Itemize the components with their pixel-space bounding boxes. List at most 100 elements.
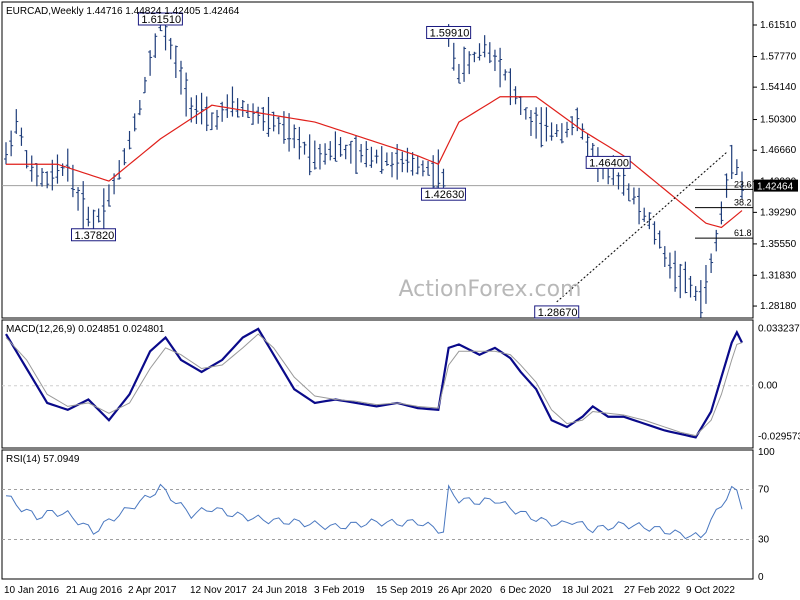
- ohlc-bar: [184, 72, 189, 117]
- ohlc-bar: [559, 123, 564, 144]
- ohlc-bar: [101, 188, 106, 232]
- ohlc-bar: [4, 142, 8, 165]
- ohlc-bar: [498, 47, 503, 88]
- ohlc-bar: [683, 261, 688, 294]
- ohlc-bar: [19, 127, 24, 146]
- ohlc-bar: [287, 113, 292, 152]
- ohlc-bar: [492, 49, 497, 72]
- ohlc-bar: [410, 152, 415, 176]
- ohlc-bar: [9, 130, 14, 157]
- ohlc-bar: [122, 148, 127, 166]
- ohlc-bar: [209, 112, 214, 131]
- rsi-pane: [1, 449, 754, 580]
- ohlc-bar: [215, 109, 220, 130]
- ohlc-bar: [662, 246, 667, 268]
- x-tick-label: 15 Sep 2019: [376, 585, 433, 596]
- ohlc-bar: [328, 141, 333, 161]
- current-price-label: 1.42464: [757, 182, 794, 193]
- ohlc-bar: [55, 154, 60, 184]
- ohlc-bar: [127, 130, 132, 150]
- rsi-y-tick-label: 30: [758, 535, 770, 546]
- key-point-label: 1.42630: [424, 189, 464, 201]
- ohlc-bar: [714, 229, 719, 252]
- ohlc-bar: [14, 109, 19, 134]
- ohlc-bar: [426, 161, 431, 176]
- x-tick-label: 3 Feb 2019: [314, 585, 365, 596]
- price-y-tick-label: 1.54140: [760, 82, 797, 93]
- ohlc-bar: [76, 187, 81, 211]
- macd-title: MACD(12,26,9) 0.024851 0.024801: [6, 324, 165, 335]
- x-tick-label: 10 Jan 2016: [4, 585, 59, 596]
- ohlc-bar: [173, 45, 178, 78]
- ohlc-bar: [523, 107, 528, 120]
- ohlc-bar: [302, 141, 307, 155]
- ohlc-bar: [343, 144, 348, 160]
- ohlc-bar: [734, 159, 739, 176]
- key-point: 1.37820: [70, 228, 116, 242]
- rsi-y-tick-label: 70: [758, 485, 770, 496]
- rsi-y-tick-label: 0: [758, 572, 764, 583]
- ohlc-bar: [312, 140, 317, 170]
- eurcad-weekly-chart: 23.6 38.2 61.8 1.61510 1.37820 1.59910 1.42630…: [1, 1, 800, 596]
- ohlc-bar: [693, 286, 698, 301]
- ohlc-bar: [65, 148, 70, 182]
- ohlc-bar: [616, 172, 621, 190]
- ohlc-bar: [698, 280, 703, 318]
- x-tick-label: 9 Oct 2022: [686, 585, 735, 596]
- ohlc-bar: [719, 201, 724, 225]
- ohlc-bar: [400, 151, 405, 173]
- ohlc-bar: [456, 63, 461, 84]
- ohlc-bar: [508, 68, 513, 106]
- ohlc-bar: [297, 126, 302, 160]
- ohlc-bar: [199, 92, 204, 125]
- ohlc-bar: [251, 103, 256, 125]
- ohlc-bar: [29, 155, 34, 182]
- ohlc-bar: [673, 250, 678, 292]
- ohlc-bar: [647, 212, 652, 230]
- price-y-tick-label: 1.57770: [760, 52, 797, 63]
- ohlc-bar: [729, 144, 734, 180]
- ohlc-bar: [570, 116, 575, 136]
- chart-title: EURCAD,Weekly 1.44716 1.44824 1.42405 1.…: [6, 6, 240, 17]
- x-tick-label: 26 Apr 2020: [438, 585, 492, 596]
- ohlc-bar: [703, 265, 708, 304]
- ohlc-bar: [292, 124, 297, 149]
- ohlc-bar: [235, 98, 240, 118]
- ohlc-bar: [364, 141, 369, 168]
- ohlc-bar: [24, 150, 29, 169]
- ohlc-bar: [709, 253, 714, 274]
- ohlc-bar: [678, 263, 683, 299]
- ohlc-bar: [317, 143, 322, 170]
- ohlc-bar: [565, 121, 570, 138]
- ohlc-bar: [549, 122, 554, 141]
- macd-line: [5, 327, 743, 439]
- ohlc-bar: [132, 113, 137, 132]
- ohlc-bar: [153, 33, 158, 58]
- ohlc-bar: [194, 95, 199, 124]
- price-y-tick-label: 1.46660: [760, 145, 797, 156]
- ohlc-bar: [534, 107, 539, 139]
- ohlc-bar: [688, 275, 693, 298]
- ohlc-bar: [528, 110, 533, 136]
- ohlc-bar: [667, 252, 672, 279]
- key-point: 1.28670: [534, 305, 580, 319]
- ohlc-bar: [276, 116, 281, 135]
- key-point-label: 1.37820: [74, 230, 114, 242]
- ohlc-bar: [539, 107, 544, 148]
- key-point: 1.46400: [585, 155, 631, 169]
- price-y-tick-label: 1.39290: [760, 207, 797, 218]
- ohlc-bar: [230, 86, 235, 117]
- ohlc-bar: [369, 146, 374, 168]
- ohlc-bar: [462, 46, 467, 82]
- ohlc-bar: [482, 35, 487, 58]
- ohlc-bar: [348, 140, 353, 164]
- key-point-label: 1.46400: [589, 157, 629, 169]
- ohlc-bar: [487, 42, 492, 64]
- ohlc-bar: [503, 69, 508, 81]
- price-y-tick-label: 1.61510: [760, 20, 797, 31]
- ohlc-bar: [225, 94, 230, 118]
- ohlc-bar: [657, 230, 662, 249]
- ohlc-bar: [168, 37, 173, 60]
- price-y-tick-label: 1.35550: [760, 239, 797, 250]
- ohlc-bar: [261, 106, 266, 131]
